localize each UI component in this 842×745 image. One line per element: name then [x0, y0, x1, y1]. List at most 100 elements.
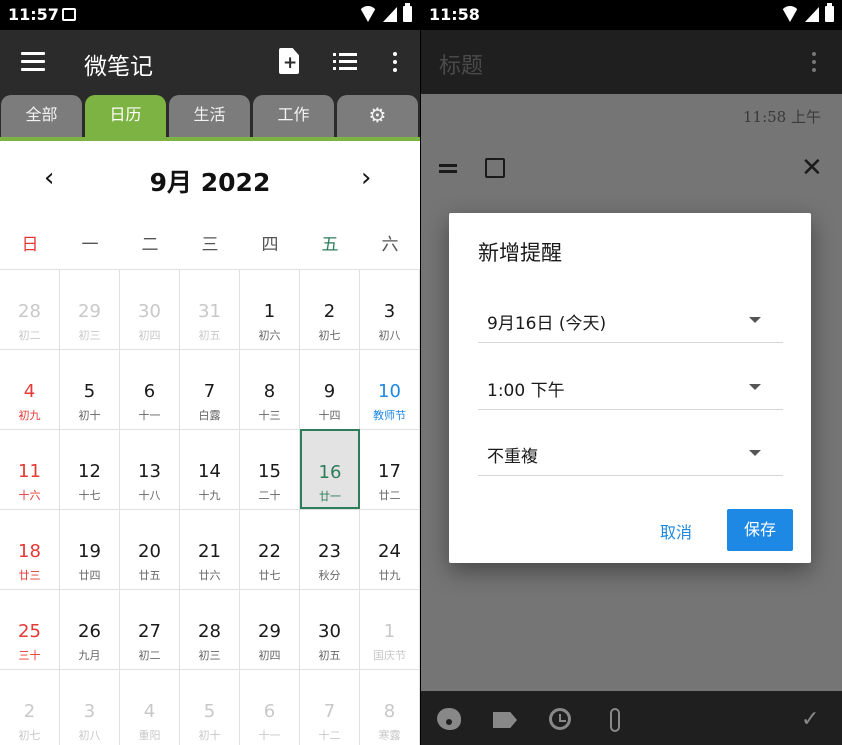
day-number: 7 — [323, 701, 336, 722]
save-button[interactable]: 保存 — [727, 509, 793, 551]
calendar-day[interactable]: 30 初四 — [120, 269, 180, 349]
calendar-day[interactable]: 31 初五 — [180, 269, 240, 349]
calendar-day[interactable]: 1 国庆节 — [360, 589, 420, 669]
new-note-icon[interactable] — [279, 48, 299, 74]
calendar-day[interactable]: 15 二十 — [240, 429, 300, 509]
calendar-day[interactable]: 24 廿九 — [360, 509, 420, 589]
signal-icon — [383, 6, 397, 22]
calendar-day[interactable]: 28 初二 — [0, 269, 60, 349]
add-reminder-dialog: 新增提醒 9月16日 (今天) 1:00 下午 不重複 取消 保存 — [449, 213, 811, 563]
tab-life[interactable]: 生活 — [169, 95, 250, 137]
tab-work[interactable]: 工作 — [253, 95, 334, 137]
calendar-day[interactable]: 30 初五 — [300, 589, 360, 669]
calendar-day[interactable]: 22 廿七 — [240, 509, 300, 589]
drag-handle-icon[interactable] — [439, 164, 457, 173]
wifi-icon — [359, 6, 377, 22]
attach-icon[interactable] — [610, 708, 620, 732]
day-number: 5 — [203, 701, 216, 722]
calendar-day[interactable]: 3 初八 — [60, 669, 120, 745]
calendar-day[interactable]: 29 初三 — [60, 269, 120, 349]
day-number: 4 — [143, 701, 156, 722]
day-number: 30 — [138, 301, 161, 322]
calendar-day[interactable]: 29 初四 — [240, 589, 300, 669]
calendar-day[interactable]: 4 重阳 — [120, 669, 180, 745]
lunar-date: 初五 — [318, 649, 341, 662]
calendar-day[interactable]: 14 十九 — [180, 429, 240, 509]
day-number: 17 — [378, 461, 401, 482]
editor-toolbar: 标题 — [421, 30, 842, 94]
date-dropdown[interactable]: 9月16日 (今天) — [478, 291, 783, 343]
calendar-day[interactable]: 7 白露 — [180, 349, 240, 429]
next-month-button[interactable]: › — [361, 165, 371, 191]
lunar-date: 廿九 — [378, 569, 401, 582]
day-number: 18 — [18, 541, 41, 562]
calendar-day[interactable]: 19 廿四 — [60, 509, 120, 589]
day-number: 2 — [23, 701, 36, 722]
status-icons — [359, 3, 412, 22]
lunar-date: 十一 — [258, 729, 281, 742]
calendar-day[interactable]: 10 教师节 — [360, 349, 420, 429]
calendar-day[interactable]: 6 十一 — [120, 349, 180, 429]
tab-all[interactable]: 全部 — [1, 95, 82, 137]
app-toolbar: 微笔记 — [0, 30, 420, 94]
time-dropdown[interactable]: 1:00 下午 — [478, 358, 783, 410]
calendar-day[interactable]: 28 初三 — [180, 589, 240, 669]
palette-icon[interactable] — [437, 708, 461, 730]
alarm-icon[interactable] — [549, 708, 571, 730]
title-input[interactable]: 标题 — [439, 48, 483, 80]
calendar-day[interactable]: 13 十八 — [120, 429, 180, 509]
calendar-day[interactable]: 9 十四 — [300, 349, 360, 429]
calendar-day[interactable]: 3 初八 — [360, 269, 420, 349]
more-options-icon[interactable] — [812, 52, 816, 72]
label-icon[interactable] — [493, 712, 517, 728]
calendar-day[interactable]: 8 十三 — [240, 349, 300, 429]
calendar-day[interactable]: 12 十七 — [60, 429, 120, 509]
lunar-date: 十二 — [318, 729, 341, 742]
weekday-label: 三 — [201, 235, 219, 255]
calendar-day[interactable]: 27 初二 — [120, 589, 180, 669]
checklist-checkbox[interactable] — [485, 158, 505, 178]
calendar-day[interactable]: 21 廿六 — [180, 509, 240, 589]
calendar-day[interactable]: 5 初十 — [60, 349, 120, 429]
day-number: 7 — [203, 381, 216, 402]
calendar-day[interactable]: 7 十二 — [300, 669, 360, 745]
calendar-day-today[interactable]: 16 廿一 — [300, 429, 360, 509]
check-icon[interactable]: ✓ — [801, 707, 819, 732]
calendar-day[interactable]: 18 廿三 — [0, 509, 60, 589]
calendar-day[interactable]: 23 秋分 — [300, 509, 360, 589]
list-view-icon[interactable] — [333, 53, 357, 71]
calendar-day[interactable]: 2 初七 — [300, 269, 360, 349]
status-bar: 11:57 — [0, 0, 420, 30]
calendar-day[interactable]: 1 初六 — [240, 269, 300, 349]
date-value: 9月16日 (今天) — [487, 314, 607, 334]
cancel-button[interactable]: 取消 — [660, 519, 692, 543]
calendar-day[interactable]: 6 十一 — [240, 669, 300, 745]
tab-calendar[interactable]: 日历 — [85, 95, 166, 137]
lunar-date: 廿五 — [138, 569, 161, 582]
day-number: 5 — [83, 381, 96, 402]
calendar-day[interactable]: 5 初十 — [180, 669, 240, 745]
day-number: 1 — [383, 621, 396, 642]
menu-icon[interactable] — [21, 52, 45, 72]
lunar-date: 初六 — [258, 329, 281, 342]
day-number: 1 — [263, 301, 276, 322]
calendar-day[interactable]: 2 初七 — [0, 669, 60, 745]
tab-underline — [0, 137, 420, 141]
calendar-day[interactable]: 26 九月 — [60, 589, 120, 669]
calendar-day[interactable]: 20 廿五 — [120, 509, 180, 589]
calendar-day[interactable]: 8 寒露 — [360, 669, 420, 745]
day-number: 2 — [323, 301, 336, 322]
day-number: 29 — [78, 301, 101, 322]
repeat-dropdown[interactable]: 不重複 — [478, 424, 783, 476]
more-options-icon[interactable] — [393, 52, 397, 72]
calendar-day[interactable]: 25 三十 — [0, 589, 60, 669]
lunar-date: 十四 — [318, 409, 341, 422]
calendar-day[interactable]: 11 十六 — [0, 429, 60, 509]
lunar-date: 初八 — [78, 729, 101, 742]
close-icon[interactable]: ✕ — [801, 153, 823, 183]
calendar-day[interactable]: 4 初九 — [0, 349, 60, 429]
lunar-date: 十六 — [18, 489, 41, 502]
calendar-day[interactable]: 17 廿二 — [360, 429, 420, 509]
image-notification-icon — [62, 8, 76, 21]
gear-icon[interactable]: ⚙ — [337, 95, 418, 137]
